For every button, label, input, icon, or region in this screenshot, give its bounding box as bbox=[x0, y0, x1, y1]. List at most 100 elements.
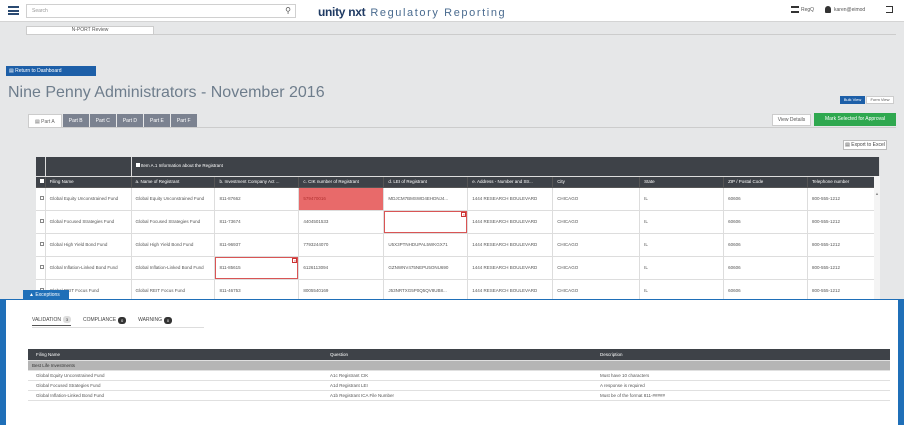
nport-review-tab[interactable]: N-PORT Review bbox=[26, 26, 154, 35]
exceptions-group-row[interactable]: Best Life Investments bbox=[28, 360, 890, 371]
cell-filing-name[interactable]: Global Focused Strategies Fund bbox=[45, 210, 132, 234]
row-checkbox[interactable] bbox=[40, 218, 44, 223]
table-row[interactable]: Global REIT Focus Fund Global REIT Focus… bbox=[36, 279, 880, 300]
select-all-checkbox[interactable] bbox=[40, 178, 44, 183]
cell-telephone[interactable]: 800-555-1212 bbox=[807, 210, 880, 234]
col-header-lei[interactable]: d. LEI of Registrant bbox=[383, 176, 469, 188]
tab-part-c[interactable]: Part C bbox=[89, 114, 116, 128]
cell-state[interactable]: IL bbox=[639, 210, 725, 234]
cell-lei[interactable]: MDJCM7BMSWD4EHDNJ4... bbox=[383, 187, 469, 211]
tab-warning[interactable]: WARNING 0 bbox=[138, 316, 173, 326]
regulations-icon[interactable] bbox=[791, 6, 799, 13]
cell-registrant-name[interactable]: Global Equity Unconstrained Fund bbox=[131, 187, 216, 211]
cell-cik-error[interactable]: 579470016 bbox=[298, 187, 385, 211]
col-header-zip[interactable]: ZIP / Postal Code bbox=[723, 176, 808, 188]
cell-state[interactable]: IL bbox=[639, 256, 725, 280]
cell-telephone[interactable]: 800-555-1212 bbox=[807, 256, 880, 280]
cell-telephone[interactable]: 800-555-1212 bbox=[807, 187, 880, 211]
col-header-cik[interactable]: c. CIK number of Registrant bbox=[298, 176, 385, 188]
user-icon[interactable] bbox=[825, 6, 831, 13]
row-checkbox[interactable] bbox=[40, 264, 44, 269]
export-to-excel-button[interactable]: ▤ Export to Excel bbox=[843, 140, 887, 150]
form-view-button[interactable]: Form View bbox=[866, 96, 894, 104]
group-checkbox[interactable] bbox=[135, 163, 140, 168]
tab-validation[interactable]: VALIDATION 3 bbox=[32, 316, 71, 326]
cell-state[interactable]: IL bbox=[639, 279, 725, 300]
tab-part-d[interactable]: Part D bbox=[116, 114, 143, 128]
menu-icon[interactable] bbox=[8, 6, 19, 15]
exceptions-tab[interactable]: ▲ Exceptions bbox=[23, 290, 69, 300]
cell-lei[interactable]: GZNWNV475NEPU5ONU690 bbox=[383, 256, 469, 280]
cell-ica-number[interactable]: 811-46753 bbox=[214, 279, 300, 300]
col-header-filing-name[interactable]: Filing Name bbox=[45, 176, 132, 188]
cell-city[interactable]: CHICAGO bbox=[552, 233, 641, 257]
cell-lei[interactable]: J53NRTXG5P0Q5QV8UB8... bbox=[383, 279, 469, 300]
cell-registrant-name[interactable]: Global REIT Focus Fund bbox=[131, 279, 216, 300]
cell-lei-error[interactable]: × bbox=[383, 210, 469, 234]
table-row[interactable]: Global High Yield Bond Fund Global High … bbox=[36, 233, 880, 257]
tab-compliance[interactable]: COMPLIANCE 0 bbox=[83, 316, 127, 326]
exception-row[interactable]: Global Focused Strategies Fund A1d Regis… bbox=[28, 380, 890, 391]
return-to-dashboard-button[interactable]: ▤ Return to Dashboard bbox=[6, 66, 96, 76]
cell-cik[interactable]: 8005540169 bbox=[298, 279, 385, 300]
cell-filing-name[interactable]: Global Inflation-Linked Bond Fund bbox=[45, 256, 132, 280]
table-row[interactable]: Global Equity Unconstrained Fund Global … bbox=[36, 187, 880, 211]
view-details-button[interactable]: View Details bbox=[772, 114, 811, 126]
cell-ica-number[interactable]: 811-87662 bbox=[214, 187, 300, 211]
row-checkbox[interactable] bbox=[40, 241, 44, 246]
row-checkbox[interactable] bbox=[40, 195, 44, 200]
tab-part-f[interactable]: Part F bbox=[170, 114, 197, 128]
mark-for-approval-button[interactable]: Mark Selected for Approval bbox=[814, 113, 896, 126]
table-row[interactable]: Global Inflation-Linked Bond Fund Global… bbox=[36, 256, 880, 280]
cell-city[interactable]: CHICAGO bbox=[552, 256, 641, 280]
cell-zip[interactable]: 60606 bbox=[723, 233, 808, 257]
cell-ica-number[interactable]: 811-96937 bbox=[214, 233, 300, 257]
user-name[interactable]: karen@eimod bbox=[834, 7, 865, 13]
tab-part-a[interactable]: ▤ Part A bbox=[28, 114, 62, 128]
cell-registrant-name[interactable]: Global Inflation-Linked Bond Fund bbox=[131, 256, 216, 280]
cell-ica-number[interactable]: 811-73674 bbox=[214, 210, 300, 234]
cell-cik[interactable]: 7793244070 bbox=[298, 233, 385, 257]
error-x-icon[interactable]: × bbox=[461, 211, 467, 217]
search-icon[interactable]: ⚲ bbox=[285, 6, 291, 15]
cell-zip[interactable]: 60606 bbox=[723, 256, 808, 280]
exception-row[interactable]: Global Equity Unconstrained Fund A1c Reg… bbox=[28, 370, 890, 381]
exc-col-filing-name[interactable]: Filing Name bbox=[28, 349, 322, 361]
cell-telephone[interactable]: 800-555-1212 bbox=[807, 279, 880, 300]
tab-part-b[interactable]: Part B bbox=[62, 114, 89, 128]
error-x-icon[interactable]: × bbox=[292, 257, 298, 263]
logout-icon[interactable] bbox=[886, 6, 893, 13]
cell-cik[interactable]: 6126113094 bbox=[298, 256, 385, 280]
col-header-state[interactable]: State bbox=[639, 176, 725, 188]
cell-zip[interactable]: 60606 bbox=[723, 210, 808, 234]
cell-telephone[interactable]: 800-555-1212 bbox=[807, 233, 880, 257]
cell-address[interactable]: 1444 RESEARCH BOULEVARD bbox=[467, 256, 554, 280]
cell-address[interactable]: 1444 RESEARCH BOULEVARD bbox=[467, 279, 554, 300]
bulk-view-button[interactable]: Bulk View bbox=[840, 96, 865, 104]
cell-registrant-name[interactable]: Global High Yield Bond Fund bbox=[131, 233, 216, 257]
col-header-address[interactable]: e. Address - Number and Str... bbox=[467, 176, 554, 188]
cell-address[interactable]: 1444 RESEARCH BOULEVARD bbox=[467, 210, 554, 234]
cell-zip[interactable]: 60606 bbox=[723, 279, 808, 300]
exc-col-description[interactable]: Description bbox=[592, 349, 890, 361]
cell-registrant-name[interactable]: Global Focused Strategies Fund bbox=[131, 210, 216, 234]
tab-part-e[interactable]: Part E bbox=[144, 114, 170, 128]
cell-lei[interactable]: U5X3PTNHDUPAL5WKGX71 bbox=[383, 233, 469, 257]
cell-state[interactable]: IL bbox=[639, 233, 725, 257]
col-header-city[interactable]: City bbox=[552, 176, 641, 188]
regs-label[interactable]: RegQ bbox=[801, 7, 814, 13]
cell-state[interactable]: IL bbox=[639, 187, 725, 211]
cell-address[interactable]: 1444 RESEARCH BOULEVARD bbox=[467, 187, 554, 211]
col-header-telephone[interactable]: Telephone number bbox=[807, 176, 880, 188]
cell-city[interactable]: CHICAGO bbox=[552, 187, 641, 211]
cell-ica-number-error[interactable]: 811-85615 × bbox=[214, 256, 300, 280]
cell-city[interactable]: CHICAGO bbox=[552, 210, 641, 234]
cell-filing-name[interactable]: Global High Yield Bond Fund bbox=[45, 233, 132, 257]
cell-city[interactable]: CHICAGO bbox=[552, 279, 641, 300]
col-header-ica-number[interactable]: b. Investment Company Act ... bbox=[214, 176, 300, 188]
scroll-up-icon[interactable]: ▲ bbox=[875, 191, 879, 196]
table-row[interactable]: Global Focused Strategies Fund Global Fo… bbox=[36, 210, 880, 234]
search-input[interactable]: Search ⚲ bbox=[26, 4, 296, 18]
exception-row[interactable]: Global Inflation-Linked Bond Fund A1b Re… bbox=[28, 390, 890, 401]
cell-cik[interactable]: 4404501533 bbox=[298, 210, 385, 234]
